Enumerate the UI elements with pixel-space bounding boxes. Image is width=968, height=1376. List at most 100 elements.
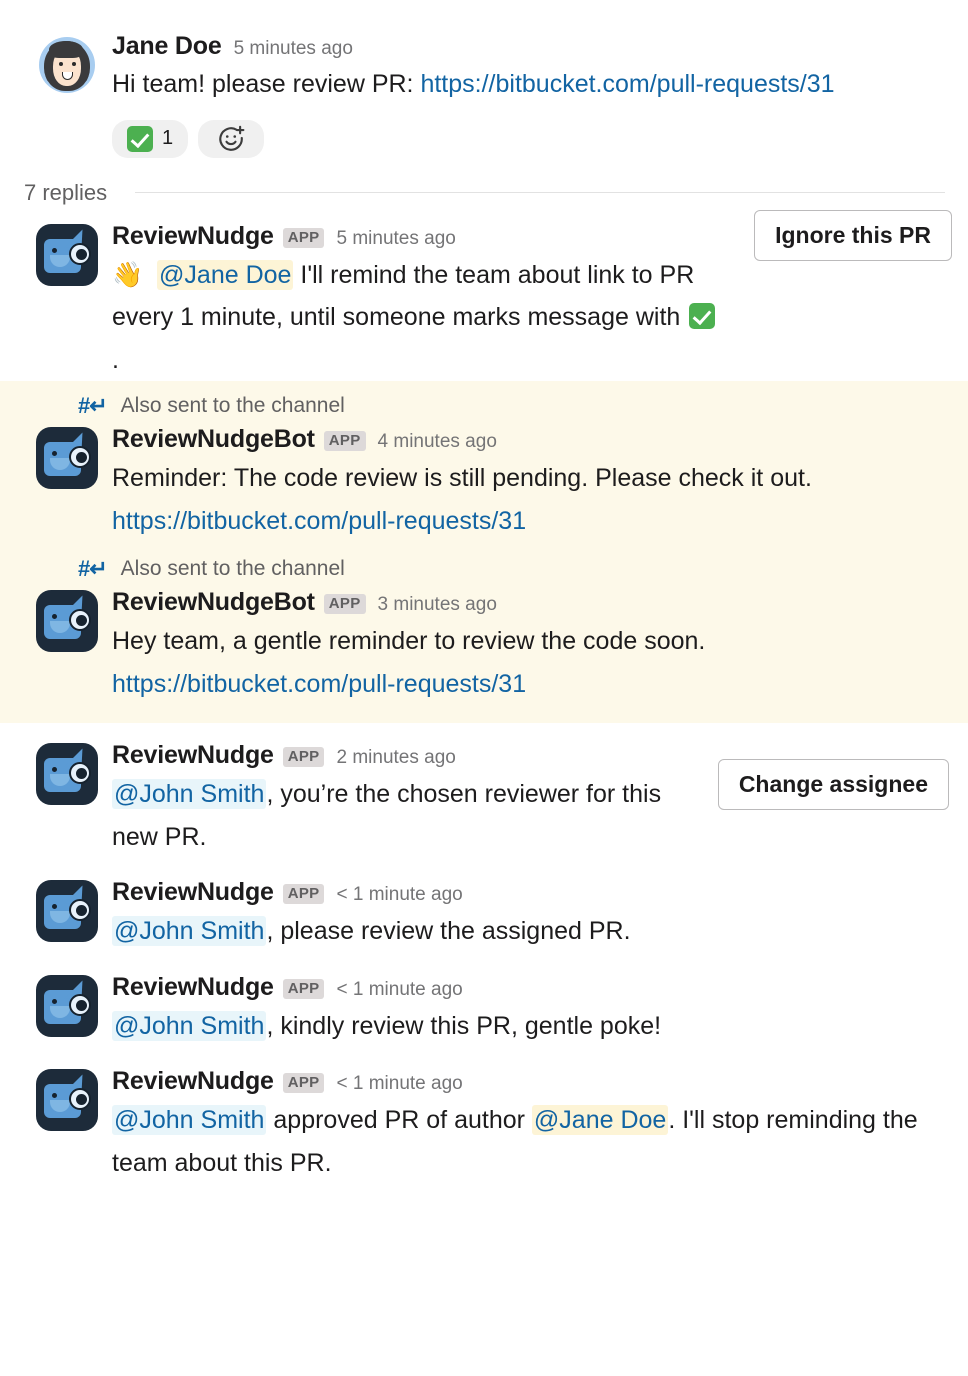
app-badge: APP <box>323 431 366 451</box>
change-assignee-button[interactable]: Change assignee <box>717 759 949 811</box>
message-timestamp[interactable]: 4 minutes ago <box>378 432 497 451</box>
root-message: Jane Doe 5 minutes ago Hi team! please r… <box>0 0 968 158</box>
replies-count-label[interactable]: 7 replies <box>24 180 107 206</box>
message-author[interactable]: ReviewNudge <box>112 743 274 768</box>
reply-message-5: ReviewNudge APP < 1 minute ago @John Smi… <box>0 858 968 953</box>
slack-thread: Jane Doe 5 minutes ago Hi team! please r… <box>0 0 968 1184</box>
reply-message-7: ReviewNudge APP < 1 minute ago @John Smi… <box>0 1047 968 1184</box>
reply-message-4: ReviewNudge APP 2 minutes ago @John Smit… <box>0 723 968 858</box>
message-timestamp[interactable]: 5 minutes ago <box>336 229 455 248</box>
app-badge: APP <box>282 227 325 248</box>
message-author[interactable]: ReviewNudge <box>112 880 274 905</box>
message-text-middle: approved PR of author <box>266 1106 532 1134</box>
reply-message-header: ReviewNudge APP < 1 minute ago <box>112 974 950 1001</box>
message-author[interactable]: ReviewNudgeBot <box>112 590 315 615</box>
reply-message-text: 👋 @Jane Doe I'll remind the team about l… <box>112 254 718 382</box>
reply-avatar-gutter <box>0 880 112 942</box>
mention-jane-doe[interactable]: @Jane Doe <box>157 259 294 290</box>
reply-avatar-gutter <box>0 427 112 489</box>
pr-link[interactable]: https://bitbucket.com/pull-requests/31 <box>112 670 526 698</box>
message-text-tail: . <box>112 345 119 374</box>
reply-message-header: ReviewNudge APP < 1 minute ago <box>112 880 950 906</box>
mention-john-smith[interactable]: @John Smith <box>112 779 267 809</box>
reply-message-header: ReviewNudge APP 5 minutes ago <box>112 223 718 250</box>
message-text-body: , please review the assigned PR. <box>266 917 631 945</box>
channel-broadcast-icon: #↵ <box>78 556 108 581</box>
message-timestamp[interactable]: < 1 minute ago <box>336 980 462 999</box>
mention-john-smith[interactable]: @John Smith <box>112 1010 267 1041</box>
app-badge: APP <box>282 978 325 999</box>
reply-avatar-gutter <box>0 223 112 286</box>
reactions-bar: 1 <box>112 119 928 158</box>
white-check-mark-icon <box>127 125 153 152</box>
app-badge: APP <box>282 1073 325 1093</box>
message-timestamp[interactable]: < 1 minute ago <box>336 1074 462 1093</box>
message-timestamp[interactable]: 5 minutes ago <box>234 39 353 58</box>
reply-avatar-gutter <box>0 590 112 652</box>
reply-message-header: ReviewNudge APP 2 minutes ago <box>112 743 688 769</box>
ignore-this-pr-button[interactable]: Ignore this PR <box>754 209 952 261</box>
reply-avatar-gutter <box>0 743 112 805</box>
avatar[interactable] <box>36 34 98 96</box>
reply-message-body: ReviewNudge APP < 1 minute ago @John Smi… <box>112 880 968 953</box>
message-author[interactable]: ReviewNudge <box>112 223 274 249</box>
reply-message-text: @John Smith, kindly review this PR, gent… <box>112 1005 950 1048</box>
reaction-white-check-mark[interactable]: 1 <box>112 119 189 158</box>
reply-message-text: @John Smith, you’re the chosen reviewer … <box>112 773 688 858</box>
message-text-body: Reminder: The code review is still pendi… <box>112 464 812 492</box>
broadcast-label: Also sent to the channel <box>120 557 345 580</box>
reply-message-header: ReviewNudge APP < 1 minute ago <box>112 1069 948 1095</box>
broadcast-notice-1: #↵ Also sent to the channel <box>0 381 968 419</box>
root-message-text: Hi team! please review PR: https://bitbu… <box>112 63 928 106</box>
reply-message-body: ReviewNudge APP < 1 minute ago @John Smi… <box>112 1069 968 1184</box>
avatar[interactable] <box>36 974 98 1037</box>
message-text-body: Hi team! please review PR: <box>112 70 421 98</box>
message-author[interactable]: ReviewNudgeBot <box>112 427 315 452</box>
reply-message-header: ReviewNudgeBot APP 4 minutes ago <box>112 427 950 453</box>
reply-message-1: ReviewNudge APP 5 minutes ago 👋 @Jane Do… <box>0 206 968 382</box>
message-author[interactable]: ReviewNudge <box>112 974 274 1000</box>
avatar[interactable] <box>36 223 98 286</box>
root-message-header: Jane Doe 5 minutes ago <box>112 34 928 59</box>
message-author[interactable]: ReviewNudge <box>112 1069 274 1094</box>
reply-message-3: ReviewNudgeBot APP 3 minutes ago Hey tea… <box>0 582 968 705</box>
reply-message-header: ReviewNudgeBot APP 3 minutes ago <box>112 590 950 616</box>
reply-avatar-gutter <box>0 1069 112 1131</box>
wave-icon: 👋 <box>112 260 144 289</box>
avatar[interactable] <box>36 427 98 489</box>
mention-john-smith[interactable]: @John Smith <box>112 1105 267 1135</box>
reply-message-body: ReviewNudge APP < 1 minute ago @John Smi… <box>112 974 968 1048</box>
message-author[interactable]: Jane Doe <box>112 34 222 59</box>
root-message-body: Jane Doe 5 minutes ago Hi team! please r… <box>112 34 948 158</box>
app-badge: APP <box>323 594 366 614</box>
divider-line <box>135 192 945 193</box>
mention-jane-doe[interactable]: @Jane Doe <box>531 1105 669 1135</box>
reply-message-text: @John Smith approved PR of author @Jane … <box>112 1099 948 1184</box>
message-text-body: Hey team, a gentle reminder to review th… <box>112 627 706 655</box>
message-timestamp[interactable]: < 1 minute ago <box>336 885 462 904</box>
message-timestamp[interactable]: 2 minutes ago <box>336 748 455 767</box>
app-badge: APP <box>282 884 325 904</box>
pr-link[interactable]: https://bitbucket.com/pull-requests/31 <box>420 70 834 98</box>
reply-message-text: Hey team, a gentle reminder to review th… <box>112 620 950 705</box>
avatar[interactable] <box>36 743 98 805</box>
reply-message-2: ReviewNudgeBot APP 4 minutes ago Reminde… <box>0 419 968 542</box>
broadcast-label: Also sent to the channel <box>120 394 345 417</box>
message-text-body: , kindly review this PR, gentle poke! <box>266 1011 662 1040</box>
avatar[interactable] <box>36 1069 98 1131</box>
broadcast-highlight-zone: #↵ Also sent to the channel ReviewNudgeB… <box>0 381 968 723</box>
message-timestamp[interactable]: 3 minutes ago <box>378 595 497 614</box>
reply-message-6: ReviewNudge APP < 1 minute ago @John Smi… <box>0 953 968 1048</box>
reaction-count: 1 <box>162 127 174 149</box>
broadcast-notice-2: #↵ Also sent to the channel <box>0 542 968 582</box>
mention-john-smith[interactable]: @John Smith <box>112 916 267 946</box>
reply-avatar-gutter <box>0 974 112 1037</box>
add-reaction-icon[interactable] <box>198 119 265 158</box>
reply-message-text: Reminder: The code review is still pendi… <box>112 457 950 542</box>
avatar[interactable] <box>36 880 98 942</box>
white-check-mark-icon <box>689 303 716 329</box>
pr-link[interactable]: https://bitbucket.com/pull-requests/31 <box>112 507 526 535</box>
avatar[interactable] <box>36 590 98 652</box>
channel-broadcast-icon: #↵ <box>78 393 108 418</box>
root-avatar-gutter <box>0 34 112 96</box>
